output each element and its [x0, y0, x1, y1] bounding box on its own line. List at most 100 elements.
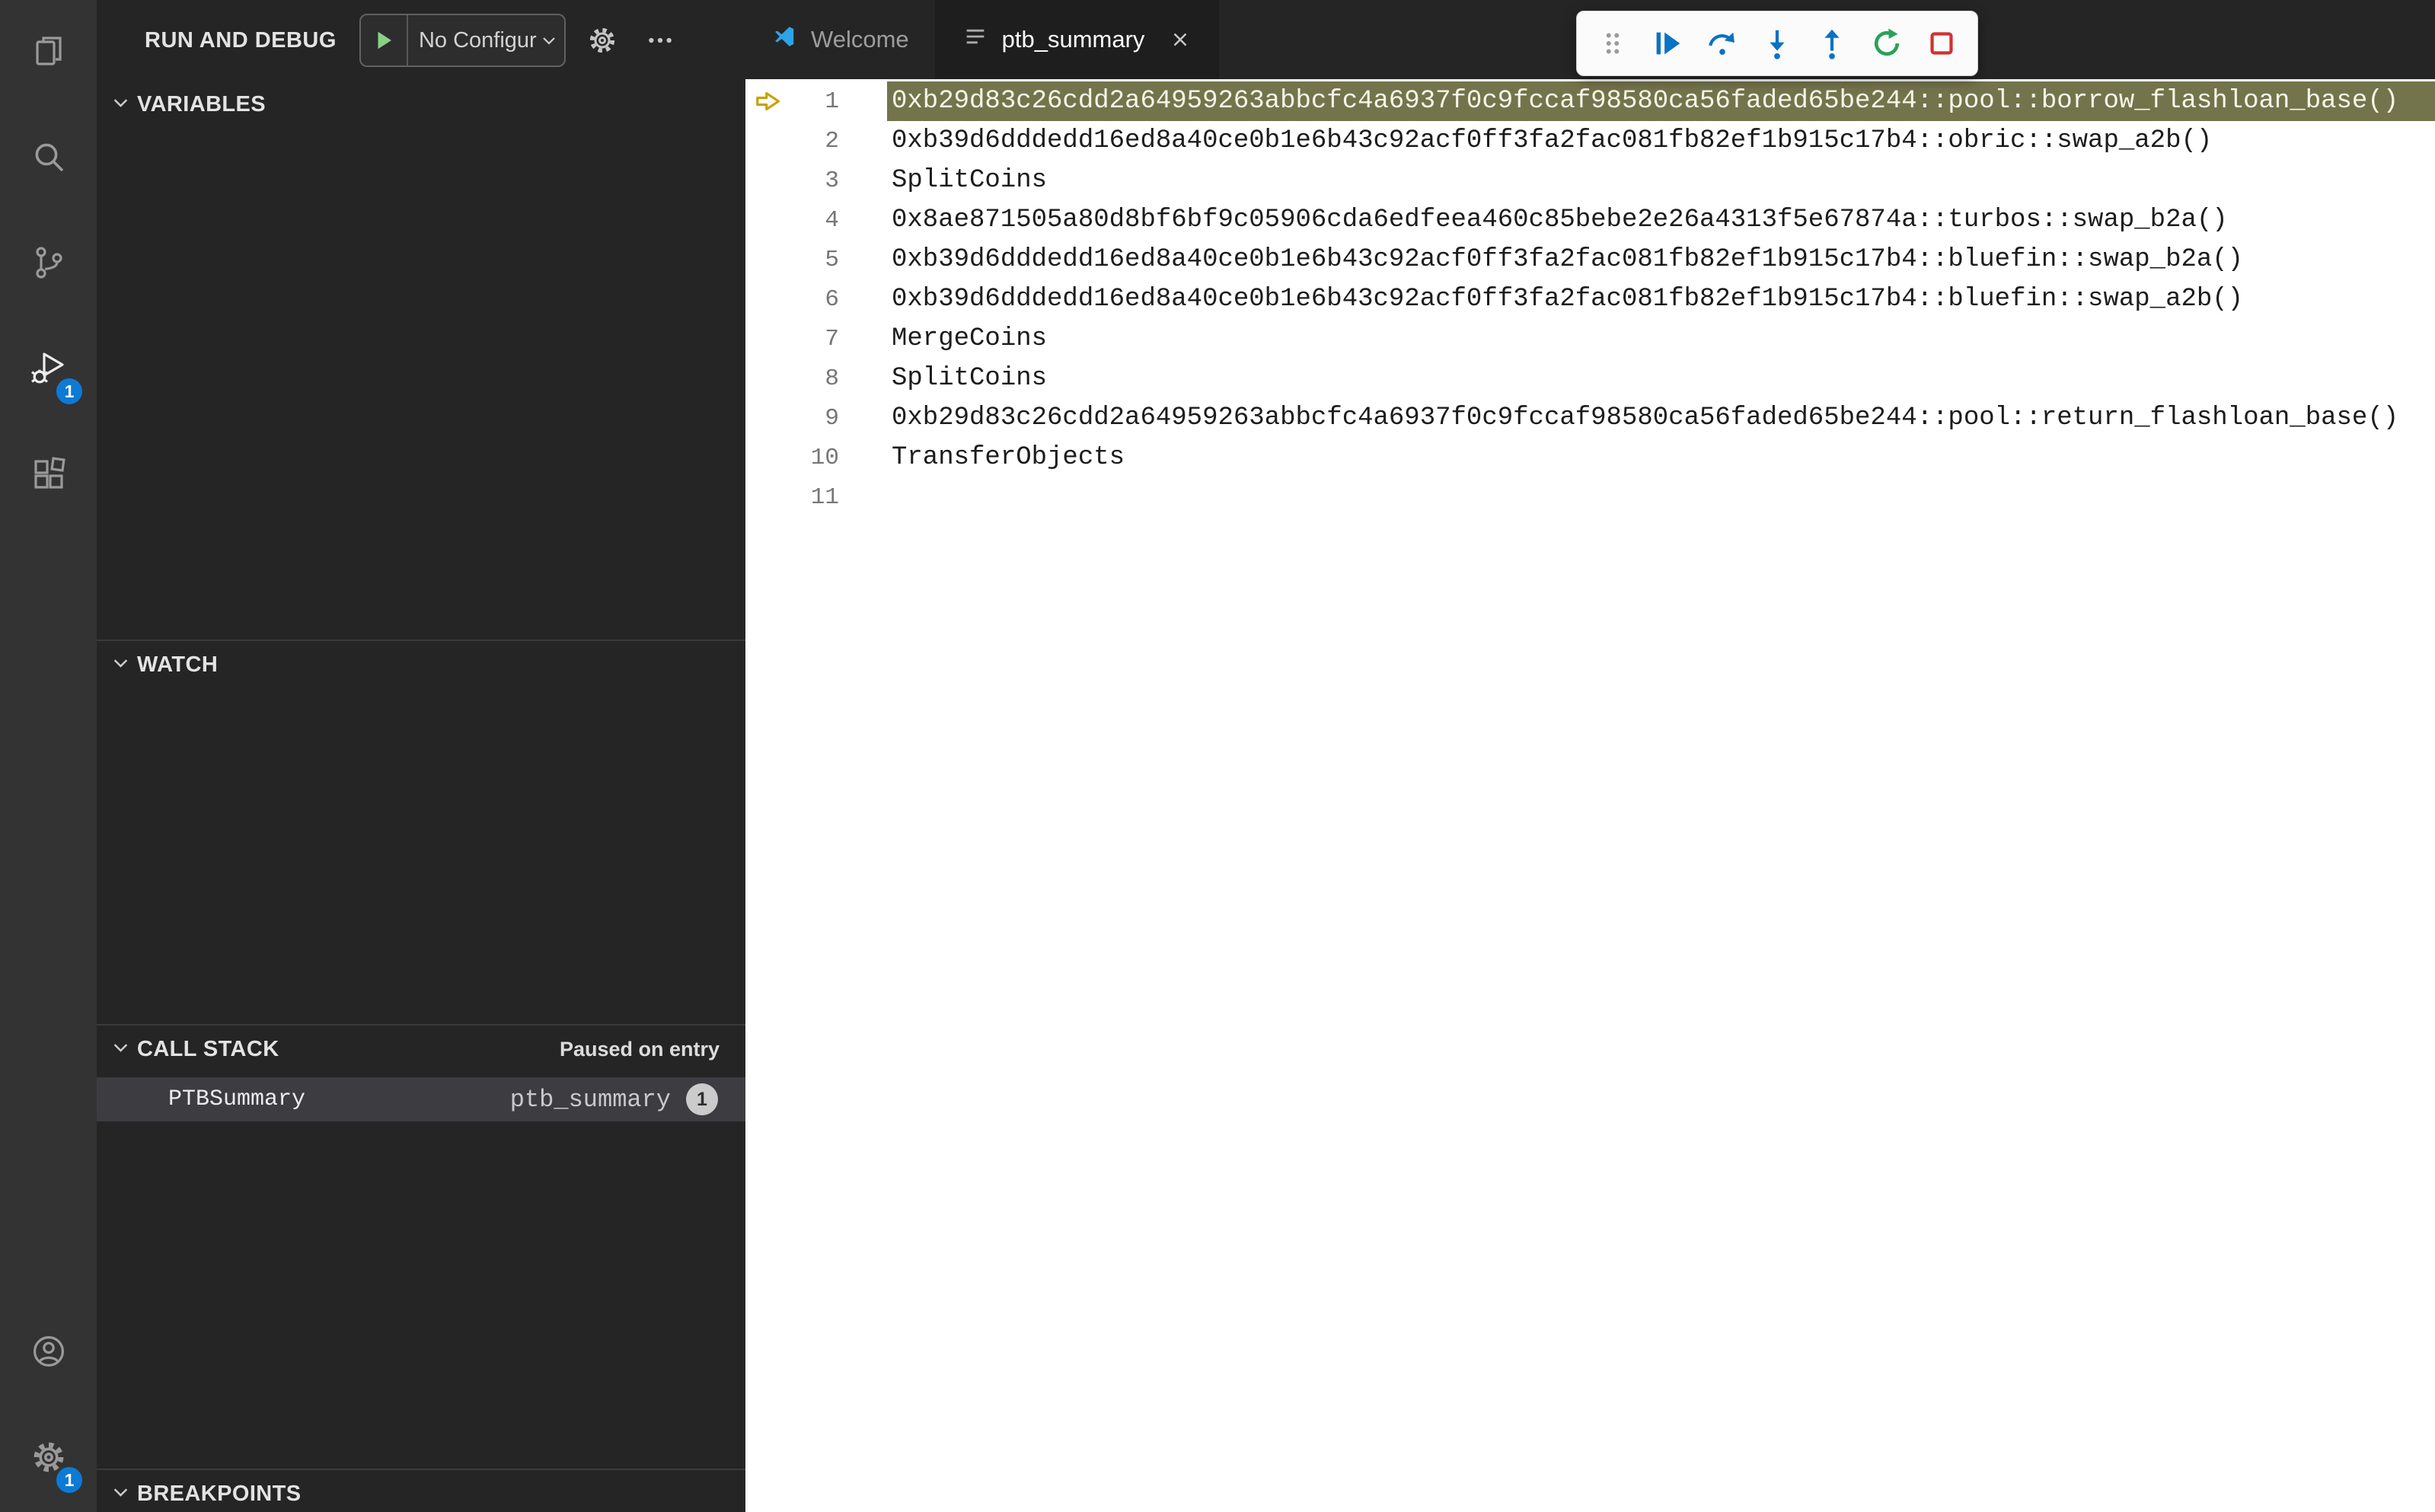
stop-button[interactable] [1918, 20, 1965, 67]
chevron-down-icon [110, 1482, 131, 1506]
breakpoint-gutter[interactable] [745, 477, 791, 517]
settings-badge: 1 [54, 1465, 85, 1495]
line-number: 4 [825, 206, 839, 234]
chevron-down-icon [110, 652, 131, 677]
continue-button[interactable] [1644, 20, 1691, 67]
breakpoints-section-header[interactable]: BREAKPOINTS [97, 1470, 745, 1512]
code-line[interactable]: 3 SplitCoins [745, 161, 2435, 200]
debug-settings-gear-icon[interactable] [581, 19, 624, 62]
more-actions-icon[interactable] [639, 19, 681, 62]
account-icon [30, 1333, 67, 1373]
call-stack-section-header[interactable]: CALL STACK Paused on entry [97, 1026, 745, 1073]
code-line[interactable]: 6 0xb39d6dddedd16ed8a40ce0b1e6b43c92acf0f… [745, 279, 2435, 319]
step-over-button[interactable] [1699, 20, 1746, 67]
chevron-down-icon [110, 92, 131, 116]
line-number: 2 [825, 127, 839, 155]
code-text: 0x8ae871505a80d8bf6bf9c05906cda6edfeea46… [892, 206, 2228, 234]
settings-gear-button[interactable]: 1 [0, 1406, 97, 1512]
call-stack-section-body: PTBSummary ptb_summary 1 [97, 1073, 745, 1469]
account-icon-button[interactable] [0, 1300, 97, 1406]
code-line[interactable]: 1 0xb29d83c26cdd2a64959263abbcfc4a6937f0c… [745, 81, 2435, 121]
tab-welcome[interactable]: Welcome [745, 0, 937, 79]
call-stack-session-row[interactable]: PTBSummary ptb_summary 1 [97, 1077, 745, 1121]
breakpoint-gutter[interactable] [745, 359, 791, 398]
section-variables: VARIABLES [97, 81, 745, 640]
debug-badge: 1 [54, 376, 85, 407]
breakpoint-gutter[interactable] [745, 319, 791, 359]
line-number: 1 [825, 88, 839, 115]
code-line[interactable]: 8 SplitCoins [745, 359, 2435, 398]
breakpoint-gutter[interactable] [745, 200, 791, 240]
code-line[interactable]: 2 0xb39d6dddedd16ed8a40ce0b1e6b43c92acf0f… [745, 121, 2435, 161]
vscode-window: 1 1 RUN AND DEBUG No Configur VARIABLES … [0, 0, 2435, 1512]
activity-bar-top: 1 [0, 0, 97, 529]
debug-config-dropdown[interactable]: No Configur [359, 14, 566, 67]
watch-section-label: WATCH [137, 652, 219, 677]
tab-ptb-summary[interactable]: ptb_summary [936, 0, 1220, 79]
line-number: 3 [825, 167, 839, 194]
code-text: 0xb29d83c26cdd2a64959263abbcfc4a6937f0c9… [887, 81, 2435, 121]
breakpoint-gutter[interactable] [745, 240, 791, 279]
line-number: 11 [810, 483, 839, 511]
code-text: SplitCoins [892, 364, 1048, 393]
breakpoint-gutter[interactable] [745, 161, 791, 200]
call-stack-section-label: CALL STACK [137, 1036, 279, 1061]
line-number: 5 [825, 246, 839, 273]
session-count-badge: 1 [686, 1083, 718, 1115]
code-line[interactable]: 4 0x8ae871505a80d8bf6bf9c05906cda6edfeea4… [745, 200, 2435, 240]
breakpoint-gutter[interactable] [745, 81, 791, 121]
file-summary-icon [962, 24, 988, 56]
search-icon [30, 139, 67, 179]
code-line[interactable]: 5 0xb39d6dddedd16ed8a40ce0b1e6b43c92acf0f… [745, 240, 2435, 279]
step-into-button[interactable] [1754, 20, 1801, 67]
run-and-debug-toolbar: RUN AND DEBUG No Configur [97, 0, 745, 81]
restart-button[interactable] [1863, 20, 1910, 67]
breakpoint-gutter[interactable] [745, 398, 791, 438]
explorer-icon-button[interactable] [0, 0, 97, 106]
section-watch: WATCH [97, 640, 745, 1024]
line-number: 8 [825, 365, 839, 392]
debug-toolbar [1576, 11, 1978, 76]
extensions-icon [30, 456, 67, 496]
chevron-down-icon [110, 1037, 131, 1061]
code-line[interactable]: 7 MergeCoins [745, 319, 2435, 359]
start-debugging-icon[interactable] [361, 15, 408, 65]
session-row-right: ptb_summary 1 [510, 1083, 718, 1115]
config-dropdown-label: No Configur [418, 27, 537, 53]
code-text: 0xb39d6dddedd16ed8a40ce0b1e6b43c92acf0ff… [892, 285, 2244, 314]
tab-label: ptb_summary [1001, 26, 1145, 53]
code-text: TransferObjects [892, 443, 1125, 472]
activity-bar-bottom: 1 [0, 1300, 97, 1512]
step-out-button[interactable] [1808, 20, 1856, 67]
code-line[interactable]: 11 [745, 477, 2435, 517]
tab-label: Welcome [811, 26, 909, 53]
breakpoint-gutter[interactable] [745, 121, 791, 161]
line-number: 9 [825, 404, 839, 432]
source-control-icon-button[interactable] [0, 212, 97, 317]
sidebar-run-and-debug: RUN AND DEBUG No Configur VARIABLES WATC… [97, 0, 745, 1512]
section-breakpoints: BREAKPOINTS [97, 1469, 745, 1512]
watch-section-header[interactable]: WATCH [97, 641, 745, 688]
watch-section-body [97, 688, 745, 1024]
chevron-down-icon [540, 31, 564, 49]
editor-group: Welcome ptb_summary 1 0xb29d83c26cdd2a64… [745, 0, 2435, 1512]
code-line[interactable]: 9 0xb29d83c26cdd2a64959263abbcfc4a6937f0c… [745, 398, 2435, 438]
code-editor[interactable]: 1 0xb29d83c26cdd2a64959263abbcfc4a6937f0c… [745, 79, 2435, 1512]
line-number: 6 [825, 285, 839, 313]
code-line[interactable]: 10 TransferObjects [745, 438, 2435, 477]
toolbar-drag-handle[interactable] [1589, 20, 1636, 67]
line-number: 10 [810, 444, 839, 471]
run-and-debug-icon-button[interactable]: 1 [0, 317, 97, 423]
close-icon[interactable] [1169, 28, 1192, 51]
breakpoints-section-label: BREAKPOINTS [137, 1481, 302, 1506]
section-call-stack: CALL STACK Paused on entry PTBSummary pt… [97, 1024, 745, 1469]
search-icon-button[interactable] [0, 106, 97, 212]
sidebar-title: RUN AND DEBUG [145, 27, 337, 53]
code-text: 0xb29d83c26cdd2a64959263abbcfc4a6937f0c9… [892, 404, 2399, 432]
breakpoint-gutter[interactable] [745, 438, 791, 477]
breakpoint-gutter[interactable] [745, 279, 791, 319]
variables-section-header[interactable]: VARIABLES [97, 81, 745, 128]
vscode-logo-icon [771, 24, 797, 56]
extensions-icon-button[interactable] [0, 423, 97, 529]
